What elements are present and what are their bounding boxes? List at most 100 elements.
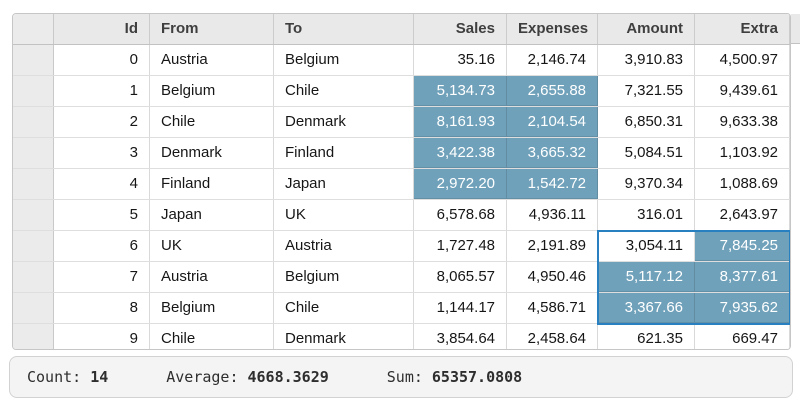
status-sum-value: 65357.0808 (432, 368, 522, 386)
cell-from-row2[interactable]: Chile (150, 107, 274, 137)
cell-from-row8[interactable]: Belgium (150, 293, 274, 323)
cell-id-row2[interactable]: 2 (54, 107, 150, 137)
header-cell-expenses[interactable]: Expenses (507, 14, 598, 44)
cell-expenses-row0[interactable]: 2,146.74 (507, 45, 598, 75)
header-scrollbar-spacer (791, 14, 800, 44)
cell-to-row0[interactable]: Belgium (274, 45, 414, 75)
cell-sales-row4[interactable]: 2,972.20 (414, 169, 507, 199)
row-handle[interactable] (13, 200, 54, 230)
row-handle[interactable] (13, 169, 54, 199)
row-handle[interactable] (13, 293, 54, 323)
cell-from-row1[interactable]: Belgium (150, 76, 274, 106)
cell-expenses-row5[interactable]: 4,936.11 (507, 200, 598, 230)
cell-expenses-row2[interactable]: 2,104.54 (507, 107, 598, 137)
cell-extra-row0[interactable]: 4,500.97 (695, 45, 790, 75)
header-select-all-corner[interactable] (13, 14, 54, 44)
cell-extra-row3[interactable]: 1,103.92 (695, 138, 790, 168)
row-handle[interactable] (13, 107, 54, 137)
cell-amount-row1[interactable]: 7,321.55 (598, 76, 695, 106)
header-cell-to[interactable]: To (274, 14, 414, 44)
cell-sales-row8[interactable]: 1,144.17 (414, 293, 507, 323)
cell-extra-row9[interactable]: 669.47 (695, 324, 790, 350)
cell-from-row4[interactable]: Finland (150, 169, 274, 199)
cell-to-row7[interactable]: Belgium (274, 262, 414, 292)
cell-to-row8[interactable]: Chile (274, 293, 414, 323)
cell-sales-row7[interactable]: 8,065.57 (414, 262, 507, 292)
grid-rows-container: IdFromToSalesExpensesAmountExtra0Austria… (13, 14, 790, 350)
cell-amount-row6[interactable]: 3,054.11 (598, 231, 695, 261)
cell-to-row9[interactable]: Denmark (274, 324, 414, 350)
cell-extra-row1[interactable]: 9,439.61 (695, 76, 790, 106)
row-handle[interactable] (13, 138, 54, 168)
row-handle[interactable] (13, 76, 54, 106)
cell-id-row6[interactable]: 6 (54, 231, 150, 261)
cell-id-row5[interactable]: 5 (54, 200, 150, 230)
cell-to-row6[interactable]: Austria (274, 231, 414, 261)
cell-extra-row5[interactable]: 2,643.97 (695, 200, 790, 230)
cell-expenses-row3[interactable]: 3,665.32 (507, 138, 598, 168)
spreadsheet-grid-app: IdFromToSalesExpensesAmountExtra0Austria… (0, 0, 800, 408)
cell-sales-row2[interactable]: 8,161.93 (414, 107, 507, 137)
cell-from-row9[interactable]: Chile (150, 324, 274, 350)
cell-extra-row8[interactable]: 7,935.62 (695, 293, 790, 323)
cell-sales-row5[interactable]: 6,578.68 (414, 200, 507, 230)
table-row: 9ChileDenmark3,854.642,458.64621.35669.4… (13, 324, 790, 350)
cell-id-row9[interactable]: 9 (54, 324, 150, 350)
cell-extra-row2[interactable]: 9,633.38 (695, 107, 790, 137)
cell-to-row5[interactable]: UK (274, 200, 414, 230)
cell-to-row2[interactable]: Denmark (274, 107, 414, 137)
cell-from-row6[interactable]: UK (150, 231, 274, 261)
cell-from-row7[interactable]: Austria (150, 262, 274, 292)
cell-extra-row6[interactable]: 7,845.25 (695, 231, 790, 261)
header-cell-extra[interactable]: Extra (695, 14, 790, 44)
cell-amount-row2[interactable]: 6,850.31 (598, 107, 695, 137)
cell-expenses-row7[interactable]: 4,950.46 (507, 262, 598, 292)
cell-amount-row4[interactable]: 9,370.34 (598, 169, 695, 199)
status-average-label: Average: (166, 368, 238, 386)
cell-id-row7[interactable]: 7 (54, 262, 150, 292)
cell-extra-row4[interactable]: 1,088.69 (695, 169, 790, 199)
cell-id-row1[interactable]: 1 (54, 76, 150, 106)
row-handle[interactable] (13, 324, 54, 350)
cell-to-row3[interactable]: Finland (274, 138, 414, 168)
header-cell-id[interactable]: Id (54, 14, 150, 44)
cell-amount-row5[interactable]: 316.01 (598, 200, 695, 230)
table-row: 8BelgiumChile1,144.174,586.713,367.667,9… (13, 293, 790, 324)
cell-expenses-row1[interactable]: 2,655.88 (507, 76, 598, 106)
cell-sales-row3[interactable]: 3,422.38 (414, 138, 507, 168)
table-row: 3DenmarkFinland3,422.383,665.325,084.511… (13, 138, 790, 169)
cell-sales-row6[interactable]: 1,727.48 (414, 231, 507, 261)
cell-expenses-row8[interactable]: 4,586.71 (507, 293, 598, 323)
cell-to-row4[interactable]: Japan (274, 169, 414, 199)
cell-expenses-row9[interactable]: 2,458.64 (507, 324, 598, 350)
row-handle[interactable] (13, 45, 54, 75)
cell-id-row3[interactable]: 3 (54, 138, 150, 168)
header-cell-sales[interactable]: Sales (414, 14, 507, 44)
status-average: Average:4668.3629 (166, 368, 329, 386)
cell-id-row8[interactable]: 8 (54, 293, 150, 323)
cell-sales-row9[interactable]: 3,854.64 (414, 324, 507, 350)
cell-id-row0[interactable]: 0 (54, 45, 150, 75)
cell-sales-row1[interactable]: 5,134.73 (414, 76, 507, 106)
row-handle[interactable] (13, 262, 54, 292)
cell-from-row3[interactable]: Denmark (150, 138, 274, 168)
cell-amount-row0[interactable]: 3,910.83 (598, 45, 695, 75)
cell-expenses-row6[interactable]: 2,191.89 (507, 231, 598, 261)
cell-extra-row7[interactable]: 8,377.61 (695, 262, 790, 292)
cell-from-row5[interactable]: Japan (150, 200, 274, 230)
cell-sales-row0[interactable]: 35.16 (414, 45, 507, 75)
row-handle[interactable] (13, 231, 54, 261)
header-cell-amount[interactable]: Amount (598, 14, 695, 44)
status-sum: Sum:65357.0808 (387, 368, 522, 386)
header-cell-from[interactable]: From (150, 14, 274, 44)
cell-amount-row9[interactable]: 621.35 (598, 324, 695, 350)
cell-expenses-row4[interactable]: 1,542.72 (507, 169, 598, 199)
cell-id-row4[interactable]: 4 (54, 169, 150, 199)
status-count-value: 14 (90, 368, 108, 386)
table-row: 4FinlandJapan2,972.201,542.729,370.341,0… (13, 169, 790, 200)
cell-amount-row7[interactable]: 5,117.12 (598, 262, 695, 292)
cell-amount-row3[interactable]: 5,084.51 (598, 138, 695, 168)
cell-to-row1[interactable]: Chile (274, 76, 414, 106)
cell-from-row0[interactable]: Austria (150, 45, 274, 75)
cell-amount-row8[interactable]: 3,367.66 (598, 293, 695, 323)
